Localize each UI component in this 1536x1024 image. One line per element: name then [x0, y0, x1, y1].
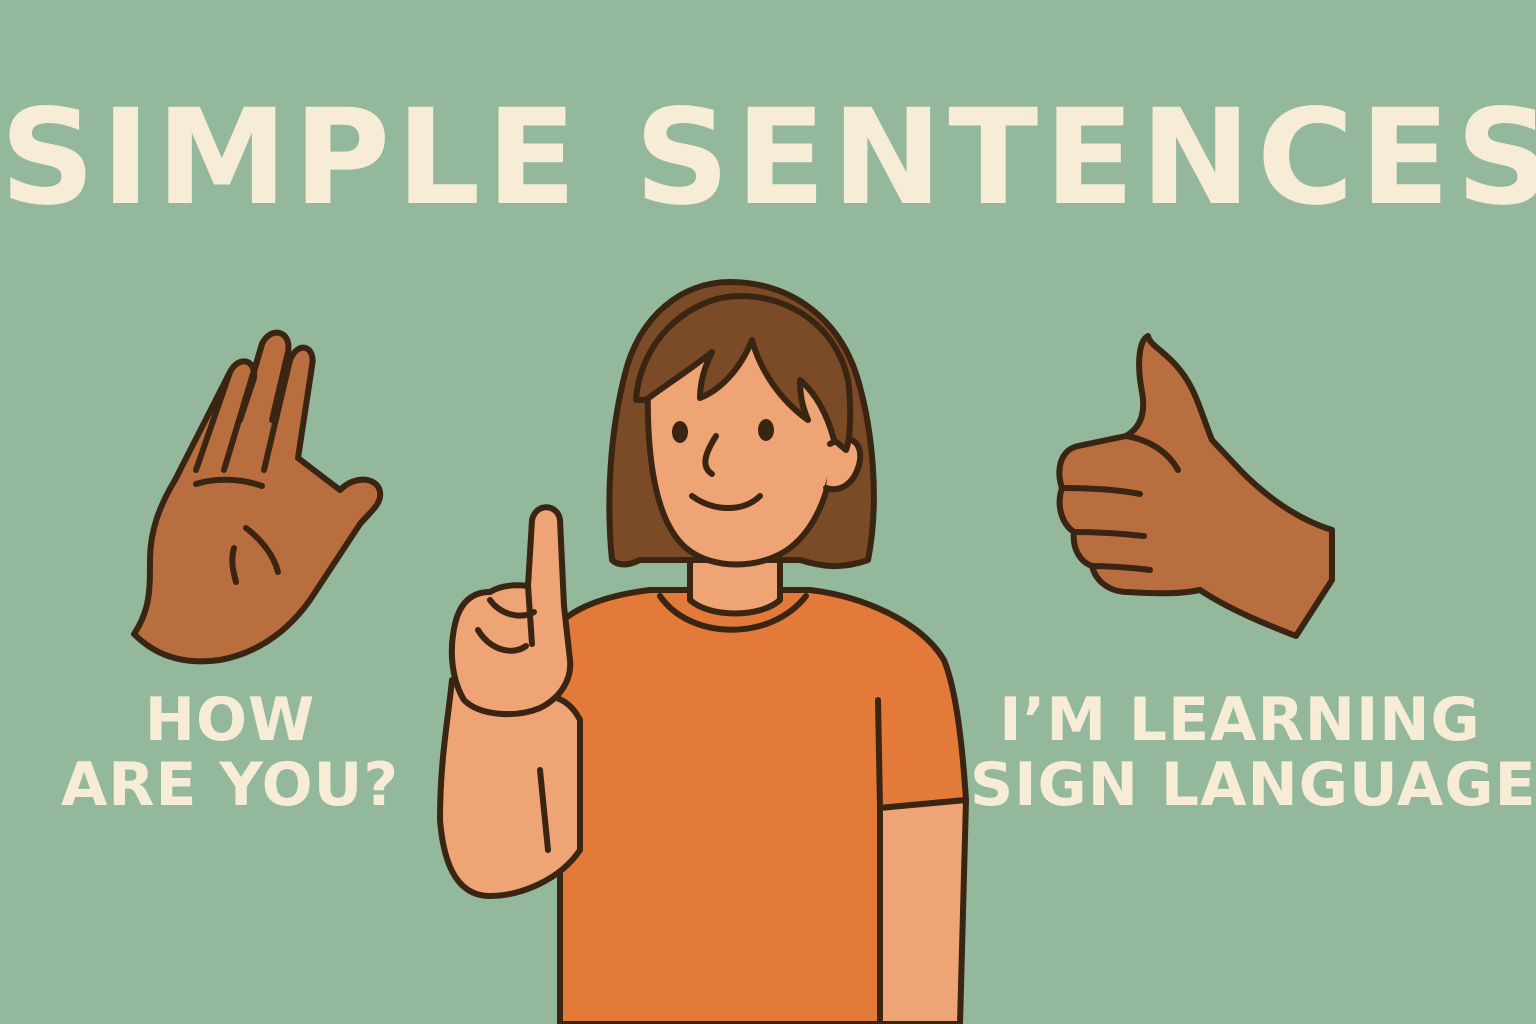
phrase-right-line2: SIGN LANGUAGE [970, 749, 1536, 820]
girl-illustration [437, 279, 969, 1024]
right-eye [758, 419, 774, 441]
phrase-left-line1: HOW [144, 685, 316, 755]
phrase-right-line1: I’M LEARNING [999, 685, 1481, 755]
pointing-hand [448, 504, 574, 718]
open-hand-icon [131, 329, 384, 665]
phrase-left-line2: ARE YOU? [60, 749, 400, 820]
phrase-how-are-you: HOW ARE YOU? [40, 688, 420, 818]
left-eye [672, 421, 688, 443]
poster: SIMPLE SENTENCES HOW ARE YOU? I’M LEARNI… [0, 0, 1536, 1024]
thumbs-up-icon [1056, 333, 1335, 639]
phrase-learning-sign-language: I’M LEARNING SIGN LANGUAGE [970, 685, 1536, 820]
illustration [131, 279, 1335, 1024]
neck [687, 557, 783, 617]
right-arm [877, 797, 969, 1024]
